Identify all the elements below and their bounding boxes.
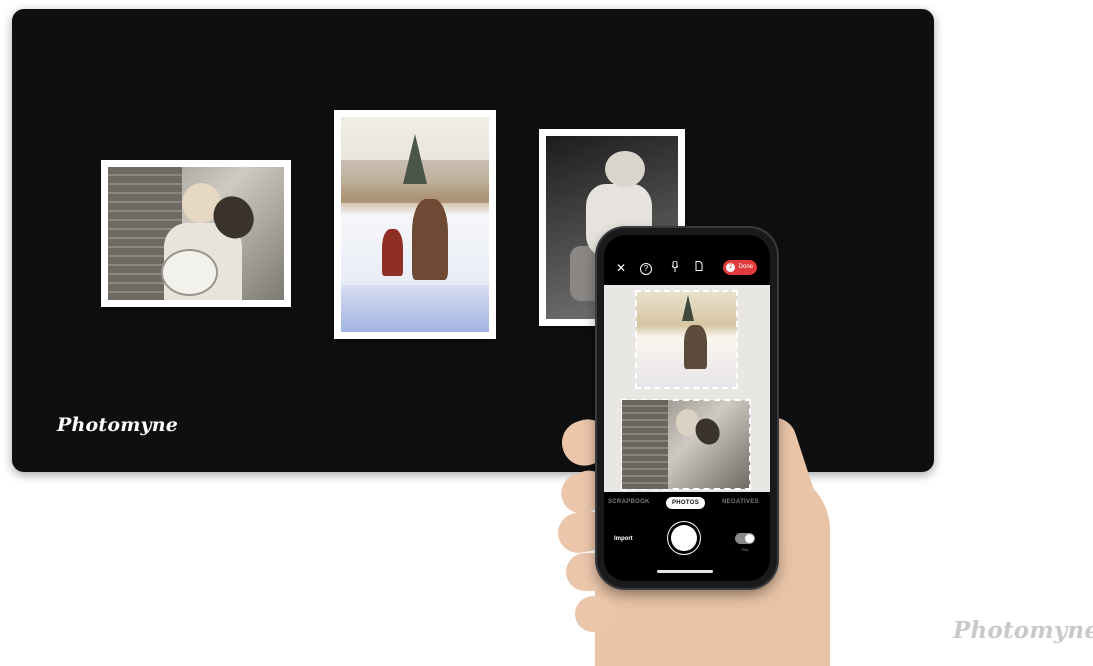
photo-snow-walk [334, 110, 496, 339]
watermark-logo: Photomyne [953, 617, 1093, 644]
document-icon[interactable] [692, 261, 706, 275]
scanner-toolbar: ✕ ? 2 Done [604, 257, 770, 281]
home-indicator[interactable] [657, 570, 713, 573]
done-count-badge: 2 [726, 263, 735, 272]
camera-controls: Import Pro [604, 517, 770, 567]
photo-boy-football [101, 160, 291, 307]
help-icon[interactable]: ? [640, 263, 652, 275]
scan-mode-tabs: SCRAPBOOK PHOTOS NEGATIVES [604, 497, 770, 512]
document-icon-glyph [695, 261, 703, 271]
detected-photo-boy-football[interactable] [621, 399, 751, 490]
tab-scrapbook[interactable]: SCRAPBOOK [608, 499, 650, 505]
phone-screen: ✕ ? 2 Done SCRAPBOOK PHOTOS NEGATIVES Im… [604, 235, 770, 581]
hand-finger [575, 596, 617, 632]
mat-logo-text: Photomyne [57, 414, 179, 436]
pro-toggle[interactable] [735, 533, 755, 544]
pro-toggle-label: Pro [742, 547, 749, 552]
toggle-knob [745, 534, 754, 543]
done-button[interactable]: 2 Done [723, 260, 757, 275]
tab-negatives[interactable]: NEGATIVES [722, 499, 759, 505]
shutter-button[interactable] [671, 525, 697, 551]
detected-photo-snow-walk[interactable] [635, 290, 738, 389]
smartphone: ✕ ? 2 Done SCRAPBOOK PHOTOS NEGATIVES Im… [597, 228, 777, 588]
close-icon[interactable]: ✕ [614, 261, 628, 275]
import-button[interactable]: Import [614, 536, 633, 542]
tab-photos[interactable]: PHOTOS [666, 497, 706, 509]
microphone-icon-glyph [671, 260, 679, 272]
done-label: Done [738, 264, 753, 270]
scan-preview [604, 285, 770, 492]
microphone-icon[interactable] [668, 260, 682, 275]
